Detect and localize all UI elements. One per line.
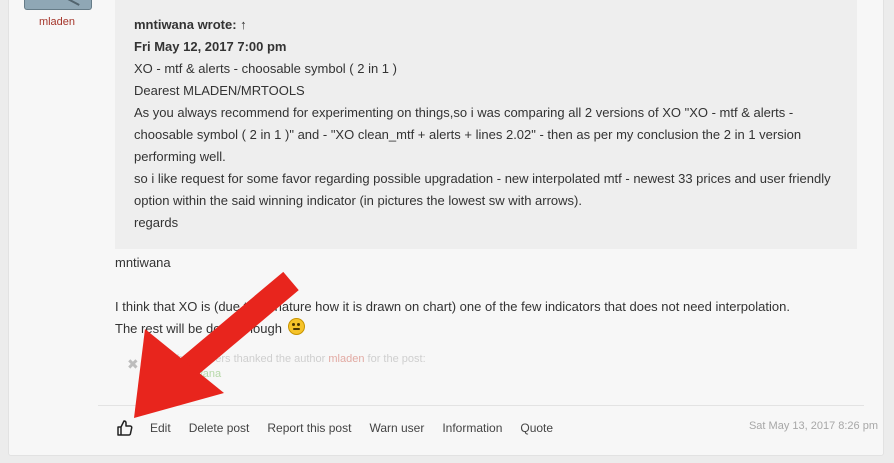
post-body: mntiwana I think that XO is (due to its … bbox=[115, 252, 860, 340]
post-line: I think that XO is (due to its nature ho… bbox=[115, 299, 790, 314]
thanks-author-link[interactable]: mladen bbox=[328, 353, 364, 365]
quote-line: XO - mtf & alerts - choosable symbol ( 2… bbox=[134, 61, 397, 76]
quote-line: regards bbox=[134, 215, 179, 230]
wink-smiley-icon bbox=[287, 318, 305, 335]
quote-button[interactable]: Quote bbox=[520, 421, 553, 435]
divider bbox=[98, 405, 864, 406]
author-name-link[interactable]: mladen bbox=[9, 16, 105, 28]
quote-date: Fri May 12, 2017 7:00 pm bbox=[134, 39, 287, 54]
thanks-suffix: for the post: bbox=[367, 353, 426, 365]
avatar[interactable] bbox=[24, 0, 92, 10]
information-button[interactable]: Information bbox=[442, 421, 502, 435]
thanks-user-link[interactable]: mntiwana bbox=[174, 367, 221, 382]
report-post-button[interactable]: Report this post bbox=[267, 421, 351, 435]
quote-line: As you always recommend for experimentin… bbox=[134, 105, 802, 164]
warn-user-button[interactable]: Warn user bbox=[369, 421, 424, 435]
quote-block: mntiwana wrote: ↑ Fri May 12, 2017 7:00 … bbox=[115, 0, 857, 249]
thumbs-up-icon[interactable] bbox=[116, 419, 134, 437]
post-line-emoji: The rest will be done, though bbox=[115, 318, 860, 340]
edit-button[interactable]: Edit bbox=[150, 421, 171, 435]
post-line: The rest will be done, though bbox=[115, 321, 282, 336]
post-date: Sat May 13, 2017 8:26 pm bbox=[748, 420, 878, 432]
post-actions-bar: Edit Delete post Report this post Warn u… bbox=[116, 418, 571, 438]
quote-line: so i like request for some favor regardi… bbox=[134, 171, 831, 208]
quote-line: Dearest MLADEN/MRTOOLS bbox=[134, 83, 305, 98]
thanks-prefix: These users thanked the author bbox=[170, 353, 326, 365]
delete-post-button[interactable]: Delete post bbox=[189, 421, 250, 435]
post-addressee: mntiwana bbox=[115, 255, 171, 270]
close-icon[interactable]: ✖ bbox=[127, 357, 139, 372]
author-column: mladen bbox=[9, 0, 105, 455]
quote-cite[interactable]: mntiwana wrote: ↑ bbox=[134, 14, 849, 36]
